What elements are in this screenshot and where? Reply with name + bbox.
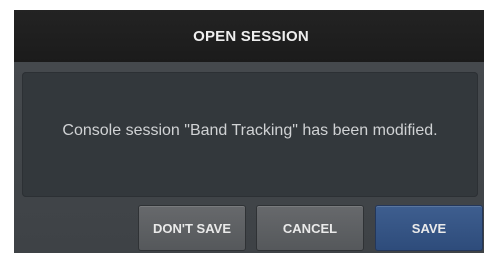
- cancel-button[interactable]: CANCEL: [256, 205, 364, 251]
- dialog-title: OPEN SESSION: [193, 27, 309, 45]
- dialog-message: Console session "Band Tracking" has been…: [62, 121, 438, 139]
- save-button[interactable]: SAVE: [375, 205, 483, 251]
- open-session-dialog: OPEN SESSION Console session "Band Track…: [14, 10, 484, 253]
- message-panel: Console session "Band Tracking" has been…: [22, 72, 478, 197]
- dialog-title-bar: OPEN SESSION: [14, 10, 484, 62]
- dont-save-button[interactable]: DON'T SAVE: [138, 205, 246, 251]
